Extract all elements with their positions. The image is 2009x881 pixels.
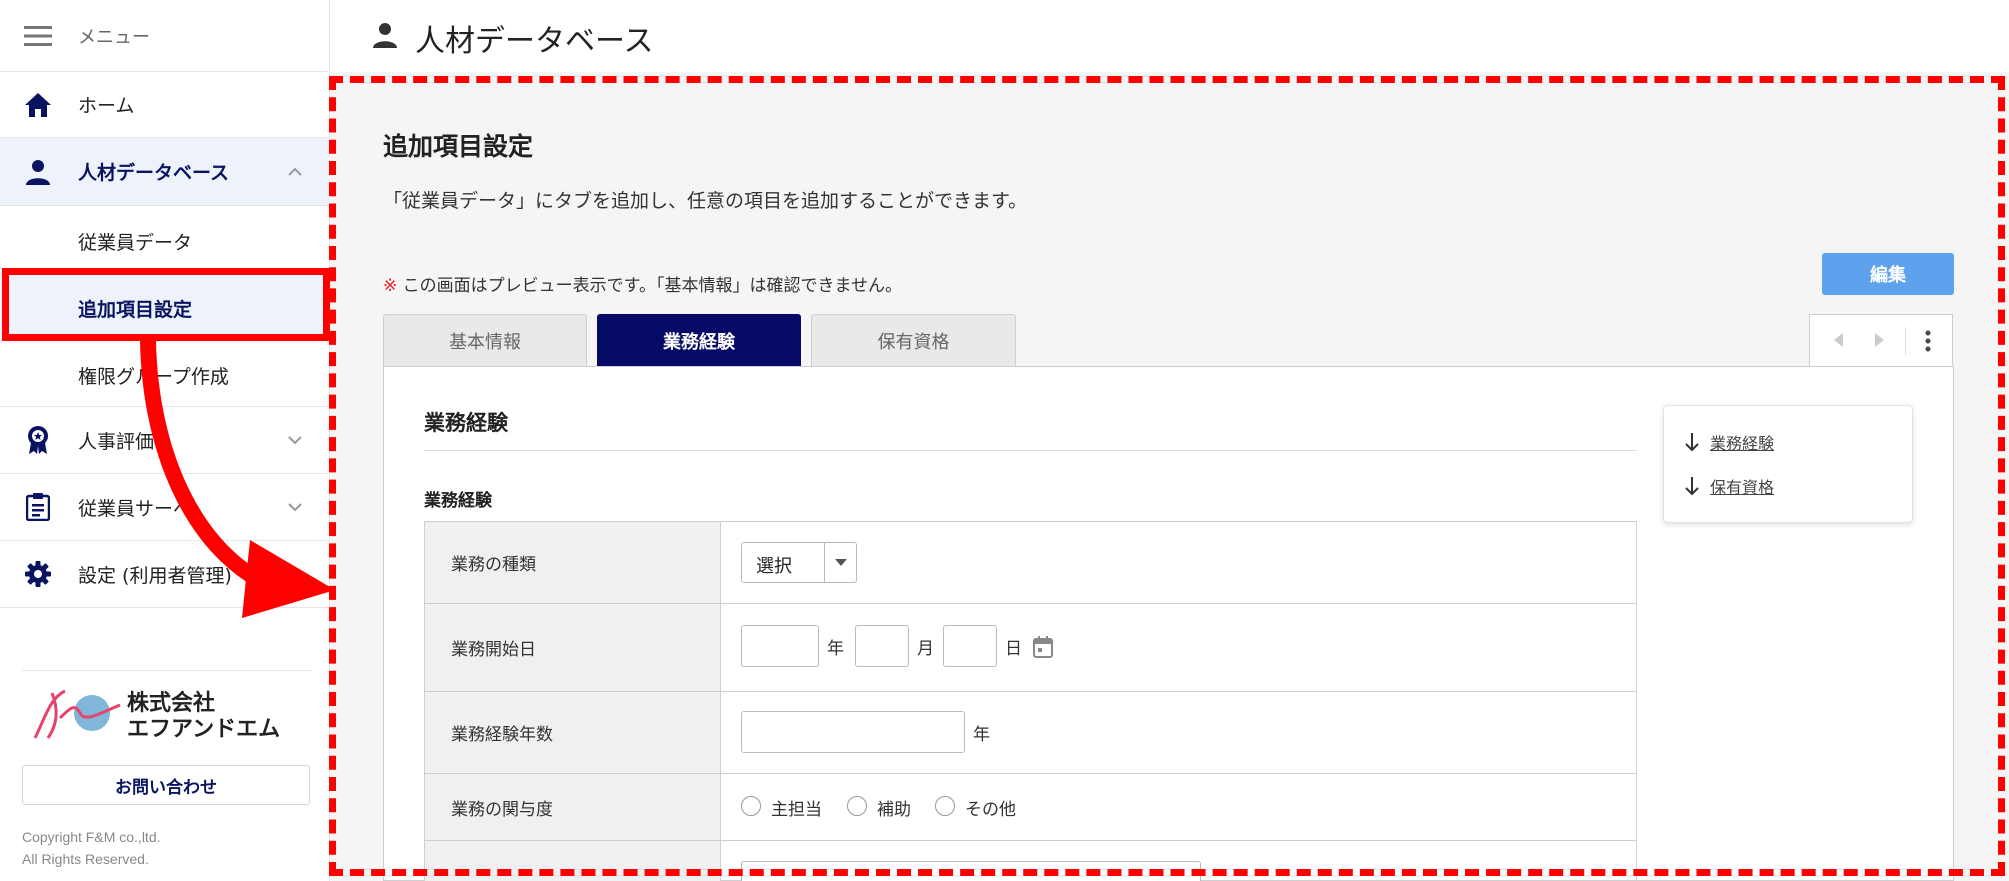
subsection-title: 業務経験 [424,491,492,511]
arrow-down-icon [1685,477,1699,496]
copyright-line-1: Copyright F&M co.,ltd. [22,829,161,845]
sidebar-item-home[interactable]: ホーム [0,72,330,138]
logo-line-2: エフアンドエム [127,717,281,742]
clipboard-icon [22,491,54,523]
radio-label: その他 [965,800,1016,820]
sidebar-item-label: ホーム [78,95,135,117]
nav-divider [1905,327,1906,355]
award-icon [22,424,54,456]
menu-label: メニュー [78,26,150,48]
anchor-label: 業務経験 [1710,434,1775,453]
field-value: 選択 [721,522,1636,603]
form-row-involvement: 業務の関与度 主担当 補助 その他 [425,774,1636,841]
radio-main[interactable] [741,796,761,816]
tab-nav [1809,314,1953,366]
red-arrow-icon [140,340,335,618]
field-value: 主担当 補助 その他 [721,774,1636,840]
company-logo: 株式会社 エフアンドエム [22,670,312,750]
form-row-next [425,841,1636,881]
sidebar-item-label: 人材データベース [78,162,230,184]
field-label: 業務の関与度 [425,774,721,840]
company-logo-mark [33,689,121,739]
arrow-down-icon [1685,433,1699,452]
more-vertical-icon[interactable] [1924,329,1932,353]
gear-icon [22,558,54,590]
next-input[interactable] [741,861,1201,881]
highlight-box [2,268,330,341]
edit-button[interactable]: 編集 [1822,253,1954,295]
triangle-right-icon[interactable] [1870,331,1888,349]
contact-button[interactable]: お問い合わせ [22,765,310,805]
select-value: 選択 [756,556,792,577]
start-day-input[interactable] [943,625,997,667]
section-heading: 追加項目設定 [383,132,534,161]
logo-text: 株式会社 エフアンドエム [127,691,280,743]
form-row-start-date: 業務開始日 年 月 日 [425,604,1636,692]
anchor-nav: 業務経験 保有資格 [1663,405,1913,523]
person-icon [22,156,54,188]
start-month-input[interactable] [855,625,909,667]
field-value: 年 月 日 [721,604,1636,691]
tab-work-experience[interactable]: 業務経験 [597,314,801,366]
sidebar-subitem-employee-data[interactable]: 従業員データ [0,206,330,273]
field-label: 業務経験年数 [425,692,721,773]
tab-qualifications[interactable]: 保有資格 [811,314,1016,366]
sidebar-item-database[interactable]: 人材データベース [0,138,330,206]
unit-day: 日 [1005,639,1022,659]
work-type-select[interactable]: 選択 [741,542,857,583]
section-title: 業務経験 [424,411,508,435]
unit-year: 年 [973,725,990,745]
radio-assist[interactable] [847,796,867,816]
anchor-work-experience[interactable]: 業務経験 [1684,430,1774,454]
field-label: 業務の種類 [425,522,721,603]
copyright-line-2: All Rights Reserved. [22,851,149,867]
form-row-work-type: 業務の種類 選択 [425,522,1636,604]
experience-years-input[interactable] [741,711,965,753]
divider [424,450,1637,451]
unit-year: 年 [827,639,844,659]
copyright: Copyright F&M co.,ltd. All Rights Reserv… [22,826,161,870]
note-mark: ※ [383,276,398,296]
start-year-input[interactable] [741,625,819,667]
radio-label: 補助 [877,800,911,820]
form-table: 業務の種類 選択 業務開始日 年 月 日 業務経験年数 年 業務の関与度 主担当… [424,521,1637,881]
hamburger-icon [22,20,54,52]
sidebar-subitem-label: 従業員データ [78,232,193,254]
radio-label: 主担当 [771,800,822,820]
field-value [721,841,1636,881]
anchor-label: 保有資格 [1710,478,1775,497]
tab-basic-info[interactable]: 基本情報 [383,314,587,366]
page-title: 人材データベース [415,24,654,59]
field-label [425,841,721,881]
triangle-left-icon[interactable] [1830,331,1848,349]
preview-note: ※ この画面はプレビュー表示です。「基本情報」は確認できません。 [383,271,902,296]
logo-line-1: 株式会社 [127,691,216,716]
chevron-down-icon [824,543,856,582]
field-label: 業務開始日 [425,604,721,691]
form-row-experience-years: 業務経験年数 年 [425,692,1636,774]
section-description: 「従業員データ」にタブを追加し、任意の項目を追加することができます。 [383,190,1028,212]
unit-month: 月 [917,639,934,659]
header: 人材データベース [331,0,2009,72]
radio-other[interactable] [935,796,955,816]
chevron-up-icon [286,163,304,181]
calendar-icon[interactable] [1033,636,1053,662]
field-value: 年 [721,692,1636,773]
anchor-qualifications[interactable]: 保有資格 [1684,474,1774,498]
note-text: この画面はプレビュー表示です。「基本情報」は確認できません。 [397,276,902,296]
home-icon [22,89,54,121]
person-icon [373,22,401,50]
menu-toggle[interactable]: メニュー [0,0,330,72]
